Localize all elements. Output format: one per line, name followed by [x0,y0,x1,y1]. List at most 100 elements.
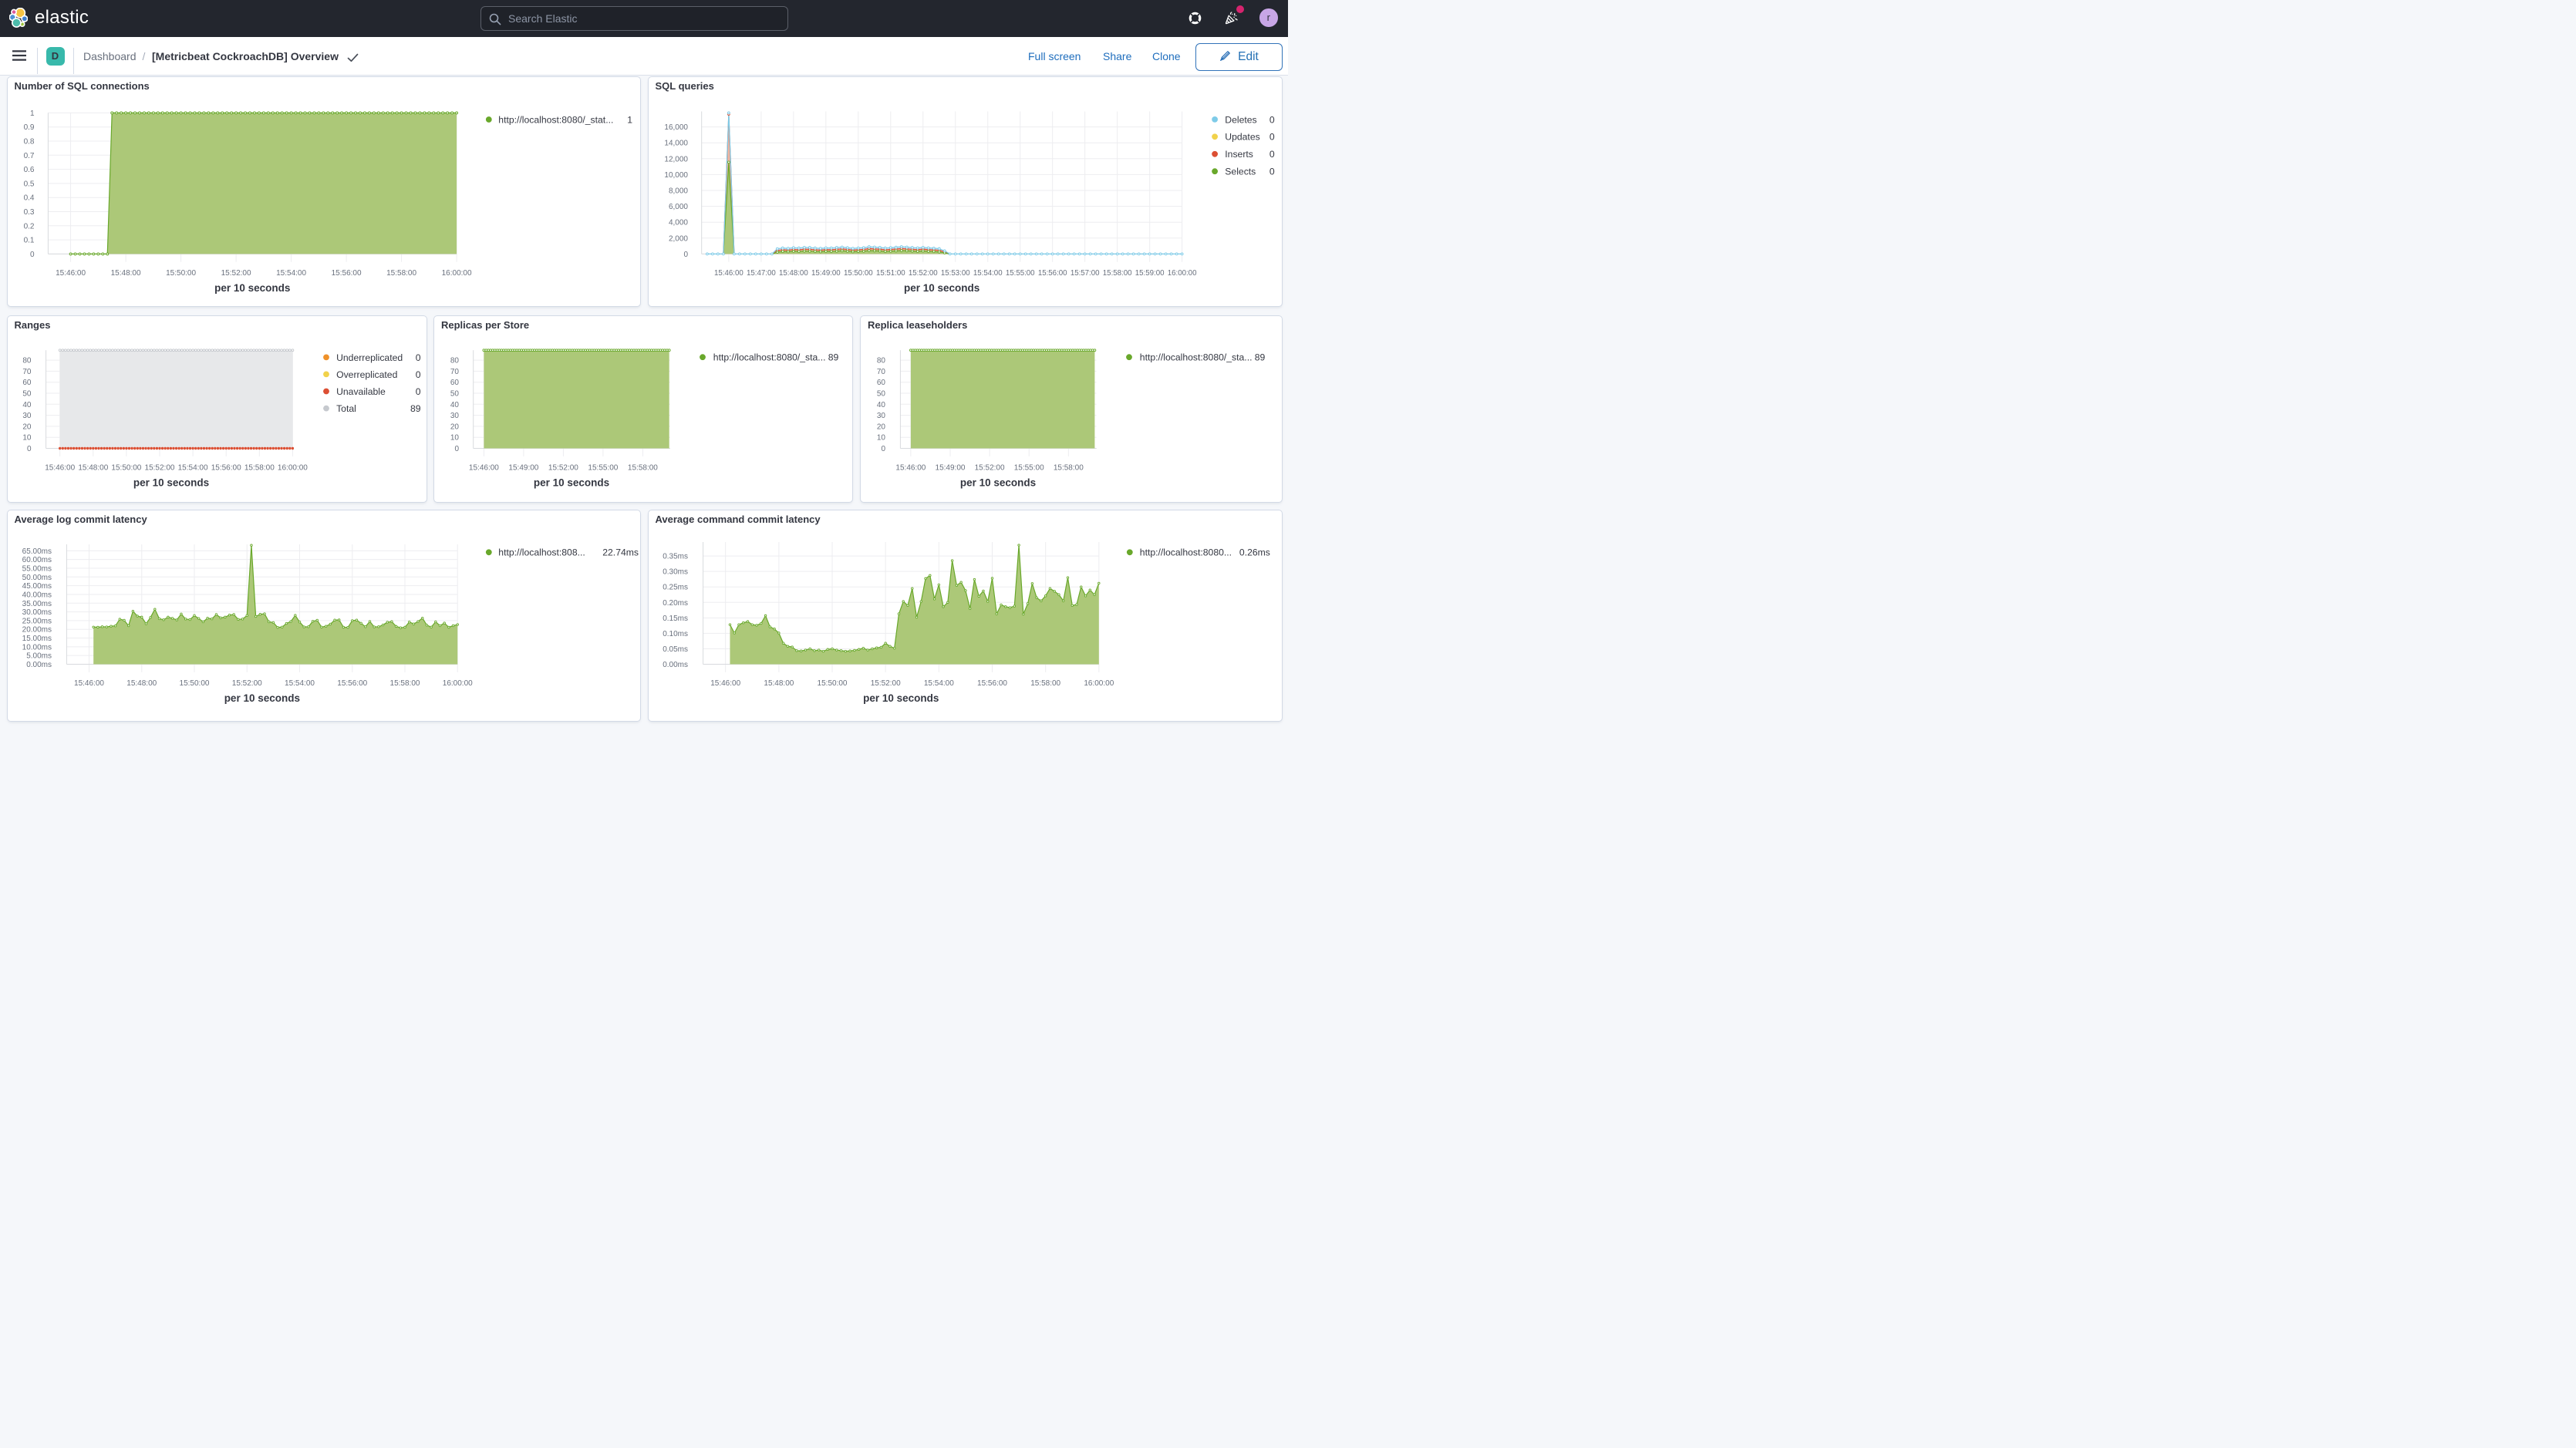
svg-text:10: 10 [450,434,460,443]
svg-text:0: 0 [1269,132,1275,143]
svg-text:70: 70 [877,368,886,376]
svg-text:15:58:00: 15:58:00 [244,463,275,472]
svg-text:15:49:00: 15:49:00 [508,463,538,472]
svg-text:15:49:00: 15:49:00 [811,269,841,278]
svg-text:30.00ms: 30.00ms [22,608,52,617]
svg-text:http://localhost:8080/_stat...: http://localhost:8080/_stat... [498,114,613,125]
svg-text:10: 10 [877,434,886,443]
svg-text:Inserts: Inserts [1225,149,1253,160]
svg-text:per 10 seconds: per 10 seconds [133,477,209,489]
svg-text:15:57:00: 15:57:00 [1071,269,1100,278]
svg-text:15:47:00: 15:47:00 [747,269,776,278]
svg-text:0.4: 0.4 [24,194,35,203]
svg-text:0.00ms: 0.00ms [663,661,688,669]
svg-text:per 10 seconds: per 10 seconds [960,477,1036,489]
svg-text:15:46:00: 15:46:00 [469,463,499,472]
svg-text:0.8: 0.8 [24,138,35,146]
svg-text:15:46:00: 15:46:00 [56,269,86,278]
svg-text:50.00ms: 50.00ms [22,574,52,582]
svg-text:15:53:00: 15:53:00 [941,269,970,278]
svg-text:10.00ms: 10.00ms [22,643,52,652]
svg-text:50: 50 [450,390,460,399]
svg-text:0.00ms: 0.00ms [26,661,52,669]
svg-text:15:50:00: 15:50:00 [818,679,848,688]
svg-text:16:00:00: 16:00:00 [278,463,308,472]
svg-text:2,000: 2,000 [669,234,688,243]
svg-text:15:56:00: 15:56:00 [211,463,241,472]
svg-text:80: 80 [22,357,32,365]
svg-text:0: 0 [881,445,885,453]
svg-text:0.5: 0.5 [24,180,35,188]
svg-text:60: 60 [877,379,886,387]
svg-text:Overreplicated: Overreplicated [336,369,397,380]
svg-text:10: 10 [22,434,32,443]
svg-text:15:48:00: 15:48:00 [779,269,808,278]
svg-text:15:49:00: 15:49:00 [936,463,966,472]
svg-text:0: 0 [683,251,688,259]
svg-text:15:55:00: 15:55:00 [1014,463,1044,472]
svg-text:5.00ms: 5.00ms [26,652,52,661]
svg-text:0: 0 [1269,149,1275,160]
svg-text:16:00:00: 16:00:00 [442,269,472,278]
svg-text:0.9: 0.9 [24,123,35,132]
svg-text:0: 0 [1269,114,1275,125]
svg-text:0.26ms: 0.26ms [1239,547,1270,558]
svg-text:per 10 seconds: per 10 seconds [863,692,939,704]
svg-text:0.30ms: 0.30ms [663,568,688,577]
svg-text:15:58:00: 15:58:00 [1103,269,1132,278]
svg-text:14,000: 14,000 [664,140,688,148]
svg-text:8,000: 8,000 [669,187,688,196]
svg-text:0.2: 0.2 [24,222,35,231]
svg-text:45.00ms: 45.00ms [22,582,52,591]
svg-text:15:52:00: 15:52:00 [909,269,938,278]
svg-text:15:58:00: 15:58:00 [1030,679,1060,688]
svg-text:15:56:00: 15:56:00 [332,269,362,278]
svg-text:15:59:00: 15:59:00 [1135,269,1165,278]
svg-text:15:54:00: 15:54:00 [924,679,954,688]
svg-text:15:48:00: 15:48:00 [111,269,141,278]
svg-text:Updates: Updates [1225,132,1259,143]
svg-text:16,000: 16,000 [664,123,688,132]
svg-text:0: 0 [416,352,421,363]
svg-text:30: 30 [450,412,460,420]
svg-text:15:48:00: 15:48:00 [78,463,108,472]
svg-text:per 10 seconds: per 10 seconds [214,282,290,294]
svg-text:15:50:00: 15:50:00 [111,463,141,472]
svg-text:15:46:00: 15:46:00 [74,679,104,688]
svg-text:Selects: Selects [1225,167,1256,177]
svg-text:0: 0 [27,445,32,453]
svg-text:0.25ms: 0.25ms [663,584,688,592]
svg-text:80: 80 [877,357,886,365]
svg-text:50: 50 [877,390,886,399]
svg-text:0: 0 [454,445,459,453]
svg-text:15:56:00: 15:56:00 [1038,269,1067,278]
svg-text:16:00:00: 16:00:00 [1168,269,1197,278]
svg-text:0: 0 [416,369,421,380]
svg-text:15:46:00: 15:46:00 [710,679,740,688]
svg-text:20: 20 [22,423,32,431]
svg-text:15:58:00: 15:58:00 [386,269,416,278]
svg-text:0.10ms: 0.10ms [663,630,688,638]
svg-text:16:00:00: 16:00:00 [1084,679,1114,688]
svg-text:http://localhost:8080/_sta...: http://localhost:8080/_sta... [713,352,826,363]
svg-text:15:55:00: 15:55:00 [588,463,618,472]
svg-text:0.7: 0.7 [24,152,35,160]
svg-text:0: 0 [416,386,421,397]
svg-text:15.00ms: 15.00ms [22,635,52,643]
svg-text:0.3: 0.3 [24,208,35,217]
svg-text:0.15ms: 0.15ms [663,615,688,623]
svg-text:0.20ms: 0.20ms [663,599,688,608]
svg-text:89: 89 [828,352,839,363]
svg-text:15:52:00: 15:52:00 [232,679,262,688]
svg-text:4,000: 4,000 [669,219,688,227]
svg-text:30: 30 [22,412,32,420]
svg-text:40: 40 [22,401,32,409]
svg-text:89: 89 [1255,352,1266,363]
svg-text:http://localhost:8080...: http://localhost:8080... [1140,547,1232,558]
svg-text:50: 50 [22,390,32,399]
svg-text:Deletes: Deletes [1225,114,1256,125]
svg-text:0.35ms: 0.35ms [663,553,688,561]
svg-text:20.00ms: 20.00ms [22,626,52,635]
svg-text:15:50:00: 15:50:00 [166,269,196,278]
svg-text:80: 80 [450,357,460,365]
